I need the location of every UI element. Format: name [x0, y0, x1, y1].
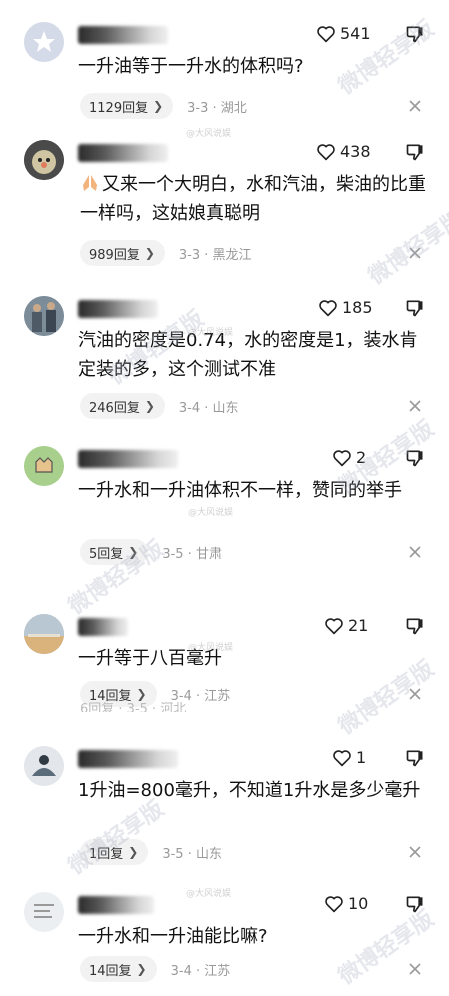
like-button[interactable]: 185	[318, 298, 373, 317]
close-icon[interactable]	[409, 400, 421, 412]
reply-count-label: 1回复	[89, 846, 124, 862]
reply-count-button[interactable]: 5回复 ❯	[80, 539, 149, 565]
username-blurred[interactable]	[78, 618, 128, 636]
reply-count-label: 989回复	[89, 247, 140, 263]
reply-count-label: 5回复	[89, 546, 124, 562]
close-icon[interactable]	[409, 247, 421, 259]
username-blurred[interactable]	[78, 750, 178, 768]
comment-text: 汽油的密度是0.74，水的密度是1，装水肯定装的多，这个测试不准	[78, 330, 418, 380]
reply-count-button[interactable]: 1回复 ❯	[80, 839, 149, 865]
username-blurred[interactable]	[78, 896, 154, 914]
like-button[interactable]: 2	[332, 448, 366, 467]
close-icon[interactable]	[409, 100, 421, 112]
reply-count-label: 246回复	[89, 400, 140, 416]
comment-date-location: 3-4 · 山东	[178, 400, 239, 416]
partial-reply-row: 6回复 · 3-5 · 河北	[80, 702, 410, 712]
partial-reply-text: 6回复 · 3-5 · 河北	[80, 702, 187, 712]
avatar[interactable]	[24, 614, 64, 654]
chevron-right-icon: ❯	[153, 99, 164, 113]
heart-outline-icon	[325, 617, 343, 634]
thumbs-down-icon[interactable]	[405, 616, 425, 636]
chevron-right-icon: ❯	[128, 845, 139, 859]
like-button[interactable]: 1	[332, 748, 366, 767]
like-count: 185	[342, 298, 373, 317]
like-count: 1	[356, 748, 367, 767]
like-count: 2	[356, 448, 367, 467]
thumbs-down-icon[interactable]	[405, 748, 425, 768]
folded-hands-emoji-icon	[83, 175, 97, 191]
close-icon[interactable]	[409, 846, 421, 858]
reply-count-label: 14回复	[89, 963, 132, 979]
like-button[interactable]: 21	[324, 616, 368, 635]
reply-count-button[interactable]: 1129回复 ❯	[80, 93, 174, 119]
reply-count-button[interactable]: 989回复 ❯	[80, 240, 165, 266]
like-button[interactable]: 541	[316, 24, 371, 43]
avatar[interactable]	[24, 296, 64, 336]
comment-text-body: 又来一个大明白，水和汽油，柴油的比重一样吗，这姑娘真聪明	[80, 174, 426, 224]
chevron-right-icon: ❯	[128, 545, 139, 559]
comment-text: 又来一个大明白，水和汽油，柴油的比重一样吗，这姑娘真聪明	[78, 170, 427, 228]
close-icon[interactable]	[409, 688, 421, 700]
close-icon[interactable]	[409, 963, 421, 975]
reply-count-button[interactable]: 14回复 ❯	[80, 956, 157, 982]
like-button[interactable]: 10	[324, 894, 368, 913]
close-icon[interactable]	[409, 546, 421, 558]
comment-text: 一升等于八百毫升	[78, 648, 222, 669]
like-count: 10	[348, 894, 369, 913]
thumbs-down-icon[interactable]	[405, 142, 425, 162]
watermark-handle: @大风说娱	[188, 508, 234, 518]
avatar[interactable]	[24, 892, 64, 932]
username-blurred[interactable]	[78, 26, 168, 44]
avatar[interactable]	[24, 140, 64, 180]
heart-outline-icon	[325, 895, 343, 912]
watermark-handle: @大风说娱	[186, 129, 232, 139]
watermark-handle: @大风说娱	[186, 889, 232, 899]
comment-date-location: 3-4 · 江苏	[170, 688, 231, 704]
like-count: 438	[340, 142, 371, 161]
chevron-right-icon: ❯	[144, 399, 155, 413]
comment-date-location: 3-5 · 甘肃	[162, 546, 222, 562]
comment-text: 1升油=800毫升，不知道1升水是多少毫升	[78, 780, 421, 801]
avatar[interactable]	[24, 446, 64, 486]
chevron-right-icon: ❯	[136, 962, 147, 976]
avatar[interactable]	[24, 746, 64, 786]
thumbs-down-icon[interactable]	[405, 448, 425, 468]
thumbs-down-icon[interactable]	[405, 24, 425, 44]
comment-text: 一升水和一升油能比嘛?	[78, 926, 268, 947]
reply-count-button[interactable]: 246回复 ❯	[80, 393, 165, 419]
heart-outline-icon	[317, 25, 335, 42]
heart-outline-icon	[317, 143, 335, 160]
comment-date-location: 3-3 · 湖北	[187, 100, 247, 116]
thumbs-down-icon[interactable]	[405, 894, 425, 914]
chevron-right-icon: ❯	[136, 687, 147, 701]
reply-count-label: 14回复	[89, 688, 132, 704]
heart-outline-icon	[319, 299, 337, 316]
like-count: 541	[340, 24, 371, 43]
like-count: 21	[348, 616, 369, 635]
avatar[interactable]	[24, 22, 64, 62]
heart-outline-icon	[333, 449, 351, 466]
comment-text: 一升油等于一升水的体积吗?	[78, 56, 304, 77]
heart-outline-icon	[333, 749, 351, 766]
comment-date-location: 3-5 · 山东	[162, 846, 222, 862]
comment-date-location: 3-3 · 黑龙江	[178, 247, 252, 263]
comment-text: 一升水和一升油体积不一样，赞同的举手	[78, 480, 402, 501]
username-blurred[interactable]	[78, 144, 168, 162]
like-button[interactable]: 438	[316, 142, 371, 161]
comment-date-location: 3-4 · 江苏	[170, 963, 231, 979]
chevron-right-icon: ❯	[144, 246, 155, 260]
reply-count-label: 1129回复	[89, 100, 149, 116]
username-blurred[interactable]	[78, 450, 178, 468]
thumbs-down-icon[interactable]	[405, 298, 425, 318]
username-blurred[interactable]	[78, 300, 158, 318]
